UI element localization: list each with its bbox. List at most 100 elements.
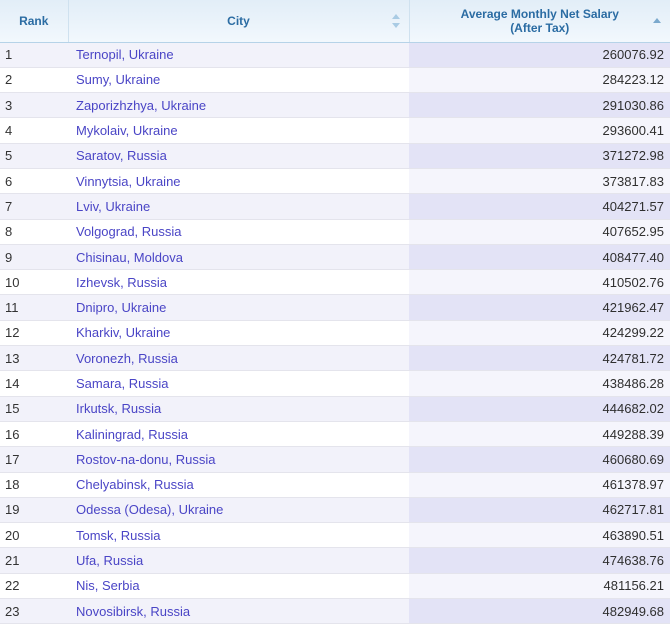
cell-salary: 449288.39 — [409, 421, 670, 448]
cell-salary: 424781.72 — [409, 345, 670, 372]
table-row: 21 Ufa, Russia 474638.76 — [0, 547, 670, 574]
city-link[interactable]: Saratov, Russia — [76, 148, 167, 163]
cell-rank: 11 — [0, 294, 68, 321]
city-link[interactable]: Dnipro, Ukraine — [76, 300, 166, 315]
city-link[interactable]: Odessa (Odesa), Ukraine — [76, 502, 223, 517]
table-row: 14 Samara, Russia 438486.28 — [0, 370, 670, 397]
cell-salary: 407652.95 — [409, 219, 670, 245]
cell-rank: 17 — [0, 446, 68, 473]
table-row: 17 Rostov-na-donu, Russia 460680.69 — [0, 446, 670, 473]
cell-city: Voronezh, Russia — [68, 345, 409, 372]
cell-salary: 404271.57 — [409, 193, 670, 220]
cell-salary: 371272.98 — [409, 143, 670, 169]
table-row: 6 Vinnytsia, Ukraine 373817.83 — [0, 168, 670, 195]
cell-city: Tomsk, Russia — [68, 522, 409, 549]
column-header-salary[interactable]: Average Monthly Net Salary (After Tax) — [409, 0, 670, 43]
city-link[interactable]: Lviv, Ukraine — [76, 199, 150, 214]
cell-rank: 10 — [0, 269, 68, 296]
cell-rank: 23 — [0, 598, 68, 624]
table-row: 16 Kaliningrad, Russia 449288.39 — [0, 421, 670, 448]
city-link[interactable]: Novosibirsk, Russia — [76, 604, 190, 619]
city-link[interactable]: Zaporizhzhya, Ukraine — [76, 98, 206, 113]
column-header-salary-label-line1: Average Monthly Net Salary — [460, 6, 619, 21]
cell-rank: 12 — [0, 320, 68, 347]
city-link[interactable]: Tomsk, Russia — [76, 528, 161, 543]
cell-rank: 22 — [0, 573, 68, 600]
cell-city: Chisinau, Moldova — [68, 244, 409, 271]
table-row: 23 Novosibirsk, Russia 482949.68 — [0, 598, 670, 624]
cell-city: Sumy, Ukraine — [68, 67, 409, 94]
cell-rank: 19 — [0, 497, 68, 524]
cell-rank: 16 — [0, 421, 68, 448]
cell-rank: 20 — [0, 522, 68, 549]
city-link[interactable]: Volgograd, Russia — [76, 224, 182, 239]
table-row: 4 Mykolaiv, Ukraine 293600.41 — [0, 117, 670, 144]
cell-city: Ternopil, Ukraine — [68, 42, 409, 68]
cell-city: Irkutsk, Russia — [68, 396, 409, 422]
column-header-rank-label: Rank — [19, 13, 49, 28]
city-link[interactable]: Sumy, Ukraine — [76, 72, 160, 87]
city-link[interactable]: Nis, Serbia — [76, 578, 140, 593]
cell-city: Mykolaiv, Ukraine — [68, 117, 409, 144]
column-header-rank[interactable]: Rank — [0, 0, 69, 43]
cell-salary: 284223.12 — [409, 67, 670, 94]
city-link[interactable]: Mykolaiv, Ukraine — [76, 123, 178, 138]
table-row: 11 Dnipro, Ukraine 421962.47 — [0, 294, 670, 321]
cell-city: Kaliningrad, Russia — [68, 421, 409, 448]
table-body: 1 Ternopil, Ukraine 260076.92 2 Sumy, Ukrain… — [0, 42, 670, 624]
table-row: 10 Izhevsk, Russia 410502.76 — [0, 269, 670, 296]
cell-salary: 463890.51 — [409, 522, 670, 549]
city-link[interactable]: Ternopil, Ukraine — [76, 47, 174, 62]
cell-rank: 14 — [0, 370, 68, 397]
cell-city: Izhevsk, Russia — [68, 269, 409, 296]
city-link[interactable]: Kaliningrad, Russia — [76, 427, 188, 442]
table-header: Rank City Average Monthly Net Salary (Af… — [0, 0, 670, 43]
cell-city: Novosibirsk, Russia — [68, 598, 409, 624]
cell-salary: 438486.28 — [409, 370, 670, 397]
table-row: 9 Chisinau, Moldova 408477.40 — [0, 244, 670, 271]
city-link[interactable]: Chisinau, Moldova — [76, 250, 183, 265]
city-link[interactable]: Samara, Russia — [76, 376, 168, 391]
cell-rank: 6 — [0, 168, 68, 195]
city-link[interactable]: Chelyabinsk, Russia — [76, 477, 194, 492]
cell-rank: 3 — [0, 92, 68, 119]
city-link[interactable]: Voronezh, Russia — [76, 351, 178, 366]
column-header-city[interactable]: City — [68, 0, 410, 43]
city-link[interactable]: Irkutsk, Russia — [76, 401, 161, 416]
city-link[interactable]: Kharkiv, Ukraine — [76, 325, 170, 340]
cell-salary: 260076.92 — [409, 42, 670, 68]
cell-city: Odessa (Odesa), Ukraine — [68, 497, 409, 524]
salary-ranking-table: Rank City Average Monthly Net Salary (Af… — [0, 0, 670, 624]
table-row: 5 Saratov, Russia 371272.98 — [0, 143, 670, 169]
city-link[interactable]: Ufa, Russia — [76, 553, 143, 568]
table-row: 1 Ternopil, Ukraine 260076.92 — [0, 42, 670, 68]
city-link[interactable]: Izhevsk, Russia — [76, 275, 167, 290]
cell-salary: 462717.81 — [409, 497, 670, 524]
cell-rank: 2 — [0, 67, 68, 94]
sort-updown-icon[interactable] — [391, 13, 401, 28]
cell-city: Vinnytsia, Ukraine — [68, 168, 409, 195]
cell-rank: 9 — [0, 244, 68, 271]
cell-rank: 21 — [0, 547, 68, 574]
column-header-salary-label-line2: (After Tax) — [510, 20, 570, 35]
cell-rank: 7 — [0, 193, 68, 220]
cell-rank: 18 — [0, 472, 68, 498]
cell-city: Zaporizhzhya, Ukraine — [68, 92, 409, 119]
table-row: 18 Chelyabinsk, Russia 461378.97 — [0, 472, 670, 498]
cell-rank: 5 — [0, 143, 68, 169]
cell-rank: 8 — [0, 219, 68, 245]
cell-salary: 408477.40 — [409, 244, 670, 271]
table-row: 19 Odessa (Odesa), Ukraine 462717.81 — [0, 497, 670, 524]
cell-city: Volgograd, Russia — [68, 219, 409, 245]
cell-salary: 474638.76 — [409, 547, 670, 574]
sort-ascending-icon[interactable] — [653, 14, 662, 28]
cell-salary: 293600.41 — [409, 117, 670, 144]
table-row: 2 Sumy, Ukraine 284223.12 — [0, 67, 670, 94]
cell-rank: 13 — [0, 345, 68, 372]
table-row: 20 Tomsk, Russia 463890.51 — [0, 522, 670, 549]
cell-salary: 291030.86 — [409, 92, 670, 119]
table-row: 8 Volgograd, Russia 407652.95 — [0, 219, 670, 245]
city-link[interactable]: Vinnytsia, Ukraine — [76, 174, 181, 189]
cell-salary: 482949.68 — [409, 598, 670, 624]
city-link[interactable]: Rostov-na-donu, Russia — [76, 452, 215, 467]
